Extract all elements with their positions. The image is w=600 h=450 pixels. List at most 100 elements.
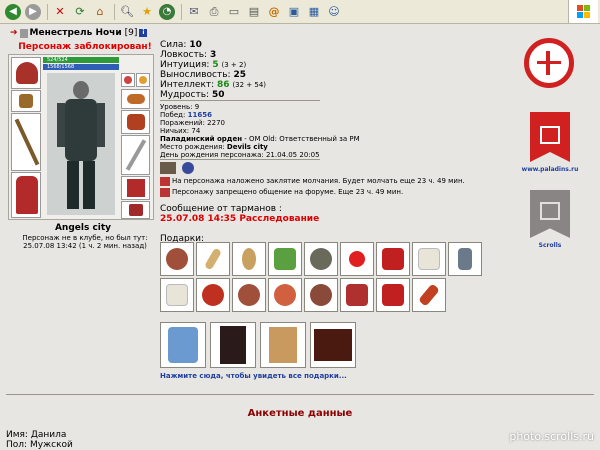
order-badge-icon (182, 162, 194, 174)
gift-item[interactable] (160, 242, 194, 276)
paladins-link[interactable]: www.paladins.ru (520, 166, 580, 173)
stat-intuition: Интуиция: 5 (3 + 2) (160, 60, 247, 70)
stat-endurance: Выносливость: 25 (160, 70, 246, 80)
last-seen-text: 25.07.08 13:42 (1 ч. 2 мин. назад) (23, 242, 147, 250)
toolbar-separator (47, 3, 48, 20)
character-level: [9] (124, 28, 138, 38)
back-icon[interactable]: ◀ (4, 3, 22, 21)
gift-item[interactable] (412, 278, 446, 312)
scrolls-link[interactable]: Scrolls (520, 242, 580, 249)
character-equipment: 524/524 1568/1568 (8, 54, 154, 220)
order-name[interactable]: Паладинский орден (160, 135, 242, 143)
character-info: Уровень: 9 Побед: 11656 Поражений: 2270 … (160, 103, 360, 159)
character-avatar[interactable] (47, 73, 115, 215)
amulet-slot[interactable] (121, 73, 135, 87)
stat-strength: Сила: 10 (160, 40, 202, 50)
research-icon[interactable]: ▦ (305, 3, 323, 21)
print-icon[interactable]: ⎙ (205, 3, 223, 21)
divider (6, 394, 594, 395)
status-icons (160, 162, 194, 174)
gift-item[interactable] (160, 278, 194, 312)
silence-note: На персонажа наложено заклятие молчания.… (160, 176, 465, 187)
gift-item[interactable] (412, 242, 446, 276)
discuss-icon[interactable]: ▤ (245, 3, 263, 21)
stop-icon[interactable]: ✕ (51, 3, 69, 21)
gloves-slot[interactable] (121, 110, 150, 134)
mana-bar: 1568/1568 (43, 64, 119, 70)
profile-name: Имя: Данила (6, 430, 67, 440)
character-header: ➔ Менестрель Ночи [9] i (10, 28, 160, 38)
gift-item[interactable] (196, 278, 230, 312)
gift-card[interactable] (160, 322, 206, 368)
hp-bar: 524/524 (43, 57, 119, 63)
gift-card[interactable] (260, 322, 306, 368)
page-content: ➔ Менестрель Ночи [9] i Персонаж заблоки… (0, 24, 600, 450)
profile-data-title: Анкетные данные (247, 408, 353, 419)
ring-slot[interactable] (121, 89, 150, 109)
users-icon[interactable]: ☺ (325, 3, 343, 21)
browser-toolbar: ◀ ▶ ✕ ⟳ ⌂ 🔍︎ ★ ◔ ✉ ⎙ ▭ ▤ @ ▣ ▦ ☺ (0, 0, 600, 24)
private-arrow-icon[interactable]: ➔ (10, 28, 18, 38)
paladins-banner-icon[interactable] (530, 112, 570, 162)
at-icon[interactable]: @ (265, 3, 283, 21)
gift-item[interactable] (304, 278, 338, 312)
bracer-slot[interactable] (11, 90, 41, 112)
gift-card[interactable] (310, 322, 356, 368)
gift-card[interactable] (210, 322, 256, 368)
stat-intellect: Интеллект: 86 (32 + 54) (160, 80, 267, 90)
divider (160, 159, 320, 160)
divider (160, 100, 320, 101)
toolbar-separator (114, 3, 115, 20)
gift-item[interactable] (232, 278, 266, 312)
scrolls-emblem-icon[interactable] (530, 190, 570, 238)
home-icon[interactable]: ⌂ (91, 3, 109, 21)
message-title: Сообщение от тарманов : (160, 204, 282, 214)
shield-slot[interactable] (121, 135, 150, 175)
paladins-emblem-icon[interactable] (524, 38, 574, 88)
forward-icon[interactable]: ▶ (24, 3, 42, 21)
character-name: Менестрель Ночи (29, 28, 122, 38)
gift-item[interactable] (376, 242, 410, 276)
pants-slot[interactable] (121, 176, 150, 200)
forum-note: Персонажу запрещено общение на форуме. Е… (160, 187, 465, 198)
gift-item[interactable] (232, 242, 266, 276)
windows-logo-icon (568, 0, 598, 23)
edit-icon[interactable]: ▭ (225, 3, 243, 21)
gift-item[interactable] (376, 278, 410, 312)
not-in-club-text: Персонаж не в клубе, но был тут: (22, 234, 148, 242)
info-losses: Поражений: 2270 (160, 119, 225, 127)
silence-icon (160, 162, 176, 174)
all-gifts-link[interactable]: Нажмите сюда, чтобы увидеть все подарки.… (160, 372, 347, 380)
stat-agility: Ловкость: 3 (160, 50, 217, 60)
gift-item[interactable] (304, 242, 338, 276)
info-order: Паладинский орден - OM Old: Ответственны… (160, 135, 360, 143)
boots-slot[interactable] (121, 201, 150, 219)
blocked-notice: Персонаж заблокирован! (18, 42, 152, 52)
profile-sex: Пол: Мужской (6, 440, 73, 450)
gift-item[interactable] (268, 242, 302, 276)
weapon-slot[interactable] (11, 113, 41, 171)
last-seen-info: Персонаж не в клубе, но был тут: 25.07.0… (10, 234, 160, 250)
toolbar-separator (181, 3, 182, 20)
gift-item[interactable] (340, 278, 374, 312)
armor-slot[interactable] (11, 172, 41, 218)
refresh-icon[interactable]: ⟳ (71, 3, 89, 21)
favorites-icon[interactable]: ★ (138, 3, 156, 21)
search-icon[interactable]: 🔍︎ (118, 3, 136, 21)
helmet-slot[interactable] (11, 57, 41, 89)
gift-item[interactable] (196, 242, 230, 276)
gift-item[interactable] (340, 242, 374, 276)
gift-item[interactable] (448, 242, 482, 276)
gift-item[interactable] (268, 278, 302, 312)
history-icon[interactable]: ◔ (158, 3, 176, 21)
watermark: photo.scrolls.ru (509, 430, 594, 443)
align-icon (19, 28, 28, 38)
info-icon[interactable]: i (139, 29, 148, 37)
mail-icon[interactable]: ✉ (185, 3, 203, 21)
stats-block: Сила: 10 Ловкость: 3 Интуиция: 5 (3 + 2)… (160, 40, 266, 100)
city-name: Angels city (54, 223, 112, 233)
messenger-icon[interactable]: ▣ (285, 3, 303, 21)
info-birthplace: Место рождения: Devils city (160, 143, 268, 151)
earring-slot[interactable] (136, 73, 150, 87)
restriction-notes: На персонажа наложено заклятие молчания.… (160, 176, 465, 198)
